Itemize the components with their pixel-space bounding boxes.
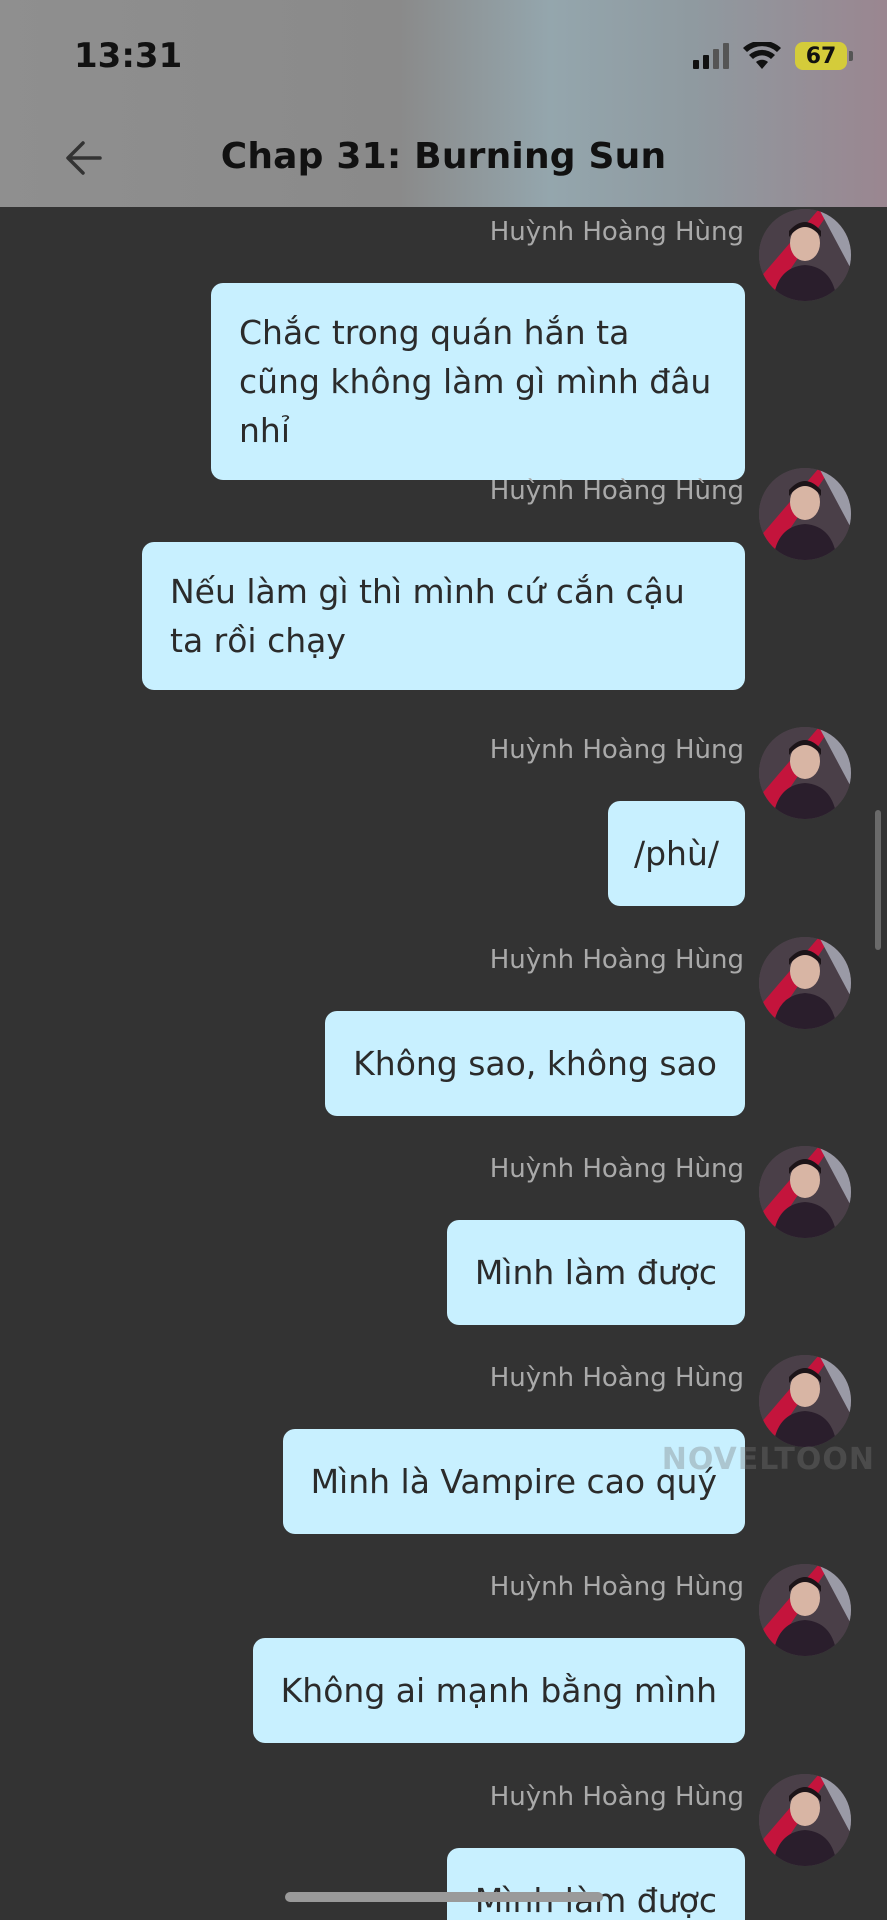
avatar-image bbox=[759, 468, 851, 560]
sender-name: Huỳnh Hoàng Hùng bbox=[489, 1782, 744, 1812]
top-bar: 13:31 67 Chap 31: Burning Sun bbox=[0, 0, 887, 207]
battery-icon: 67 bbox=[795, 42, 853, 70]
home-indicator[interactable] bbox=[285, 1892, 603, 1902]
message-bubble[interactable]: Mình làm được bbox=[446, 1220, 745, 1325]
avatar-image bbox=[759, 1564, 851, 1656]
message-bubble[interactable]: /phù/ bbox=[607, 801, 745, 906]
avatar[interactable] bbox=[759, 1774, 851, 1866]
message-bubble[interactable]: Không ai mạnh bằng mình bbox=[252, 1638, 745, 1743]
avatar[interactable] bbox=[759, 1355, 851, 1447]
avatar[interactable] bbox=[759, 209, 851, 301]
chat-list[interactable]: Huỳnh Hoàng Hùng Chắc trong quán hắn ta … bbox=[0, 207, 887, 1920]
sender-name: Huỳnh Hoàng Hùng bbox=[489, 476, 744, 506]
avatar[interactable] bbox=[759, 937, 851, 1029]
chapter-title: Chap 31: Burning Sun bbox=[220, 136, 667, 177]
status-time: 13:31 bbox=[74, 36, 183, 76]
wifi-icon bbox=[743, 42, 781, 69]
avatar-image bbox=[759, 1146, 851, 1238]
avatar-image bbox=[759, 1355, 851, 1447]
avatar-image bbox=[759, 937, 851, 1029]
avatar[interactable] bbox=[759, 468, 851, 560]
avatar[interactable] bbox=[759, 1146, 851, 1238]
sender-name: Huỳnh Hoàng Hùng bbox=[489, 1154, 744, 1184]
sender-name: Huỳnh Hoàng Hùng bbox=[489, 1572, 744, 1602]
sender-name: Huỳnh Hoàng Hùng bbox=[489, 217, 744, 247]
sender-name: Huỳnh Hoàng Hùng bbox=[489, 945, 744, 975]
signal-icon bbox=[693, 43, 729, 69]
avatar[interactable] bbox=[759, 1564, 851, 1656]
noveltoon-watermark: NOVELTOON bbox=[661, 1442, 875, 1477]
message-bubble[interactable]: Mình làm được bbox=[446, 1848, 745, 1920]
battery-level: 67 bbox=[805, 43, 837, 69]
scrollbar[interactable] bbox=[875, 810, 881, 950]
message-bubble[interactable]: Chắc trong quán hắn ta cũng không làm gì… bbox=[211, 283, 745, 480]
status-icons: 67 bbox=[693, 38, 853, 74]
message-bubble[interactable]: Không sao, không sao bbox=[325, 1011, 745, 1116]
screen: 13:31 67 Chap 31: Burning Sun Huỳnh Hoàn… bbox=[0, 0, 887, 1920]
avatar-image bbox=[759, 727, 851, 819]
avatar-image bbox=[759, 1774, 851, 1866]
avatar-image bbox=[759, 209, 851, 301]
avatar[interactable] bbox=[759, 727, 851, 819]
message-bubble[interactable]: Nếu làm gì thì mình cứ cắn cậu ta rồi ch… bbox=[142, 542, 745, 690]
sender-name: Huỳnh Hoàng Hùng bbox=[489, 735, 744, 765]
sender-name: Huỳnh Hoàng Hùng bbox=[489, 1363, 744, 1393]
